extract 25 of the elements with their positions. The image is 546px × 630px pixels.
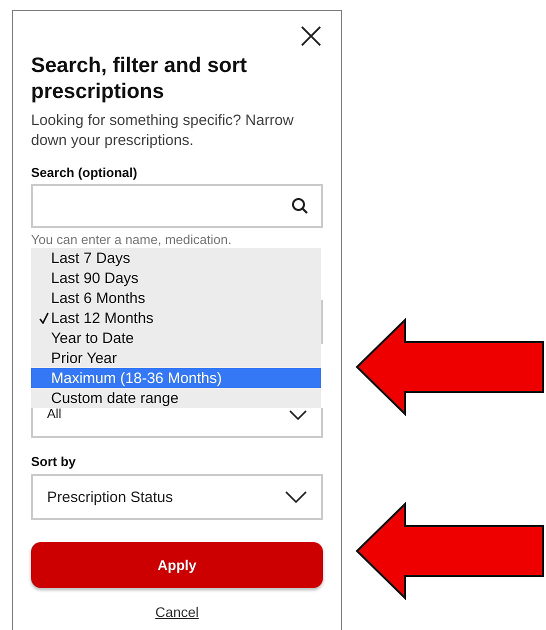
cancel-link[interactable]: Cancel bbox=[155, 604, 199, 620]
arrow-icon bbox=[355, 502, 545, 600]
menu-option[interactable]: Custom date range bbox=[31, 388, 321, 408]
chevron-icon bbox=[285, 491, 307, 503]
menu-option[interactable]: Year to Date bbox=[31, 328, 321, 348]
search-label: Search (optional) bbox=[31, 165, 138, 180]
dialog-description: Looking for something specific? Narrow down your prescriptions. bbox=[31, 111, 295, 151]
menu-option[interactable]: Last 90 Days bbox=[31, 268, 321, 288]
dialog-title: Search, filter and sort prescriptions bbox=[31, 53, 248, 105]
arrow-icon bbox=[355, 318, 545, 416]
filter-select[interactable]: All bbox=[31, 408, 323, 438]
search-field[interactable] bbox=[31, 184, 323, 228]
check-icon bbox=[39, 312, 49, 324]
chevron-icon bbox=[289, 410, 307, 420]
sort-select[interactable]: Prescription Status bbox=[31, 474, 323, 520]
menu-option[interactable]: Maximum (18-36 Months) bbox=[31, 368, 321, 388]
menu-option[interactable]: Prior Year bbox=[31, 348, 321, 368]
close-button[interactable]: × bbox=[295, 21, 327, 49]
menu-option[interactable]: Last 12 Months bbox=[31, 308, 321, 328]
sort-label: Sort by bbox=[31, 454, 77, 469]
menu-option[interactable]: Last 7 Days bbox=[31, 248, 321, 268]
helper-text: You can enter a name, medication. bbox=[31, 232, 232, 248]
menu-option[interactable]: Last 6 Months bbox=[31, 288, 321, 308]
apply-button[interactable]: Apply bbox=[31, 542, 323, 588]
search-icon bbox=[291, 197, 309, 215]
